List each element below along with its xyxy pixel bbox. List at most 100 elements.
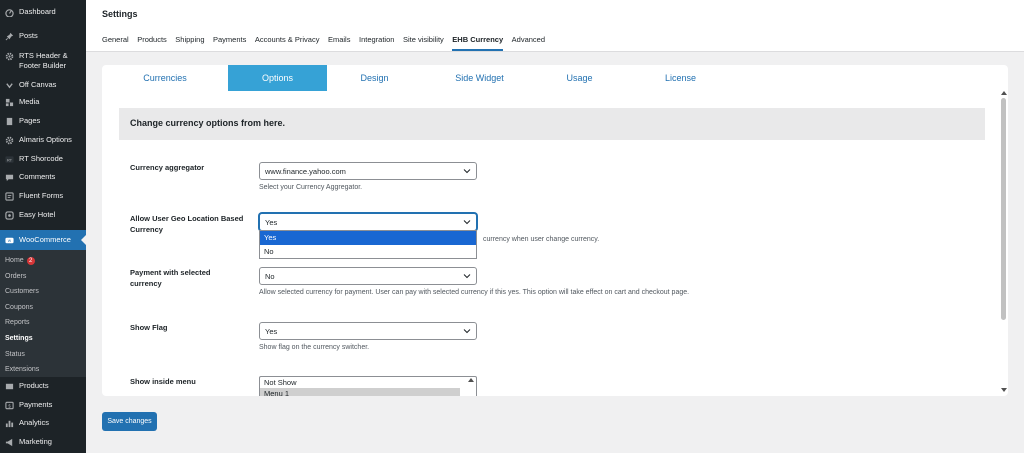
tab-payments[interactable]: Payments	[213, 35, 246, 51]
currency-aggregator-label: Currency aggregator	[130, 163, 205, 172]
menu-payments[interactable]: $ Payments	[0, 400, 86, 410]
payment-currency-select[interactable]: No	[259, 267, 477, 285]
currency-aggregator-select[interactable]: www.finance.yahoo.com	[259, 162, 477, 180]
rt-icon: RT	[4, 154, 14, 164]
plugin-settings-card: Currencies Options Design Side Widget Us…	[102, 65, 1008, 396]
plugin-tabs: Currencies Options Design Side Widget Us…	[102, 65, 1008, 91]
chevron-down-icon	[463, 220, 471, 225]
show-flag-select[interactable]: Yes	[259, 322, 477, 340]
show-inside-menu-label: Show inside menu	[130, 377, 196, 386]
tab-advanced[interactable]: Advanced	[512, 35, 545, 51]
hotel-icon	[4, 210, 14, 220]
svg-text:RT: RT	[6, 157, 12, 162]
save-changes-button[interactable]: Save changes	[102, 412, 157, 431]
tab-site-visibility[interactable]: Site visibility	[403, 35, 444, 51]
plugin-tab-usage[interactable]: Usage	[537, 65, 622, 91]
plugin-tab-options[interactable]: Options	[228, 65, 327, 91]
gear-icon	[4, 135, 14, 145]
listbox-scrollbar[interactable]	[466, 377, 476, 396]
payment-currency-label: Payment with selected currency	[130, 268, 211, 288]
page-title: Settings	[102, 9, 138, 19]
geo-location-desc: currency when user change currency.	[483, 236, 600, 243]
notification-badge: 2	[26, 256, 35, 265]
menu-media[interactable]: Media	[0, 97, 86, 107]
tab-integration[interactable]: Integration	[359, 35, 394, 51]
show-flag-label: Show Flag	[130, 323, 168, 332]
submenu-extensions[interactable]: Extensions	[0, 362, 86, 378]
dashboard-icon	[4, 7, 14, 17]
currency-aggregator-desc: Select your Currency Aggregator.	[259, 184, 363, 191]
products-icon	[4, 381, 14, 391]
gear-icon	[4, 51, 14, 61]
menu-pages[interactable]: Pages	[0, 116, 86, 126]
show-inside-menu-listbox[interactable]: Not Show Menu 1	[259, 376, 477, 396]
form-icon	[4, 191, 14, 201]
menu-analytics[interactable]: Analytics	[0, 418, 86, 428]
tab-ehb-currency[interactable]: EHB Currency	[452, 35, 504, 51]
tab-emails[interactable]: Emails	[328, 35, 351, 51]
chevron-down-icon	[4, 80, 14, 90]
submenu-home[interactable]: Home 2	[0, 253, 86, 269]
chevron-down-icon	[463, 169, 471, 174]
submenu-coupons[interactable]: Coupons	[0, 300, 86, 316]
analytics-icon	[4, 418, 14, 428]
payments-icon: $	[4, 400, 14, 410]
dropdown-option-no[interactable]: No	[260, 245, 476, 259]
admin-sidebar: Dashboard Posts RTS Header & Footer Buil…	[0, 0, 86, 453]
plugin-tab-currencies[interactable]: Currencies	[102, 65, 228, 91]
media-icon	[4, 97, 14, 107]
menu-option-not-show[interactable]: Not Show	[260, 377, 460, 388]
submenu-reports[interactable]: Reports	[0, 315, 86, 331]
settings-tabs: General Products Shipping Payments Accou…	[102, 35, 554, 51]
chevron-down-icon	[463, 329, 471, 334]
card-scrollbar[interactable]	[1000, 65, 1008, 396]
comment-icon	[4, 172, 14, 182]
menu-easy-hotel[interactable]: Easy Hotel	[0, 210, 86, 220]
settings-header: Settings General Products Shipping Payme…	[86, 0, 1024, 52]
menu-woocommerce[interactable]: W WooCommerce	[0, 230, 86, 250]
scroll-down-icon[interactable]	[1001, 388, 1007, 392]
page-icon	[4, 116, 14, 126]
options-content: Change currency options from here. Curre…	[119, 108, 985, 396]
woocommerce-submenu: Home 2 Orders Customers Coupons Reports S…	[0, 250, 86, 377]
submenu-customers[interactable]: Customers	[0, 284, 86, 300]
scroll-up-icon[interactable]	[1001, 91, 1007, 95]
payment-currency-desc: Allow selected currency for payment. Use…	[259, 289, 690, 296]
geo-location-label: Allow User Geo Location Based Currency	[130, 214, 244, 234]
tab-general[interactable]: General	[102, 35, 129, 51]
tab-products[interactable]: Products	[137, 35, 167, 51]
menu-dashboard[interactable]: Dashboard	[0, 7, 86, 17]
submenu-settings[interactable]: Settings	[0, 331, 86, 347]
svg-text:$: $	[8, 403, 11, 408]
geo-location-dropdown: Yes No	[259, 230, 477, 259]
menu-rt-shortcode[interactable]: RT RT Shorcode	[0, 154, 86, 164]
menu-comments[interactable]: Comments	[0, 172, 86, 182]
tab-accounts-privacy[interactable]: Accounts & Privacy	[255, 35, 320, 51]
plugin-tab-side-widget[interactable]: Side Widget	[422, 65, 537, 91]
active-indicator	[81, 235, 86, 245]
tab-shipping[interactable]: Shipping	[175, 35, 204, 51]
menu-rts-header-footer[interactable]: RTS Header & Footer Builder	[0, 51, 86, 71]
menu-option-menu-1[interactable]: Menu 1	[260, 388, 460, 396]
submenu-status[interactable]: Status	[0, 347, 86, 363]
menu-almaris-options[interactable]: Almaris Options	[0, 135, 86, 145]
woo-icon: W	[4, 235, 14, 245]
submenu-orders[interactable]: Orders	[0, 269, 86, 285]
dropdown-option-yes[interactable]: Yes	[260, 231, 476, 245]
scroll-up-icon	[468, 378, 474, 382]
chevron-down-icon	[463, 274, 471, 279]
menu-products[interactable]: Products	[0, 381, 86, 391]
scrollbar-thumb[interactable]	[1001, 98, 1006, 320]
geo-location-select[interactable]: Yes	[259, 213, 477, 231]
plugin-tab-design[interactable]: Design	[327, 65, 422, 91]
plugin-tab-license[interactable]: License	[622, 65, 739, 91]
menu-off-canvas[interactable]: Off Canvas	[0, 80, 86, 90]
menu-posts[interactable]: Posts	[0, 31, 86, 41]
svg-text:W: W	[7, 238, 11, 242]
megaphone-icon	[4, 437, 14, 447]
menu-marketing[interactable]: Marketing	[0, 437, 86, 447]
menu-fluent-forms[interactable]: Fluent Forms	[0, 191, 86, 201]
show-flag-desc: Show flag on the currency switcher.	[259, 344, 370, 351]
pin-icon	[4, 31, 14, 41]
options-notice: Change currency options from here.	[119, 108, 985, 140]
